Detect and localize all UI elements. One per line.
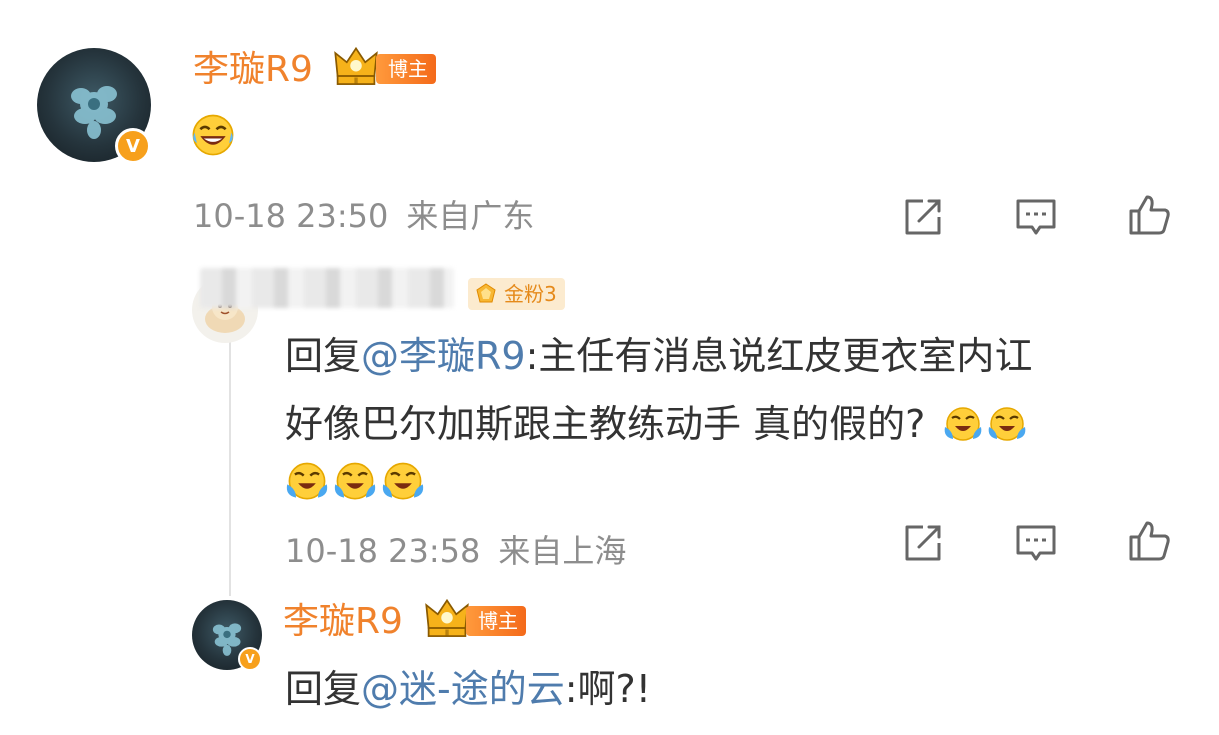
blurred-username <box>200 268 454 308</box>
crown-level-icon: Ⅱ <box>334 47 378 87</box>
crown-level-icon: Ⅱ <box>425 599 469 639</box>
reply1-time: 10-18 23:58 <box>285 532 481 570</box>
reply1-emoji-row <box>285 458 425 502</box>
comment-time: 10-18 23:50 <box>193 197 389 235</box>
gold-fan-diamond-icon <box>476 283 496 303</box>
reply2-author-name[interactable]: 李璇R9 <box>283 602 403 642</box>
author-name[interactable]: 李璇R9 <box>193 50 313 90</box>
reply2-text: 回复@迷-途的云:啊?! <box>285 667 651 711</box>
like-thumb-icon[interactable] <box>1127 519 1171 563</box>
comment-meta: 10-18 23:50 来自广东 <box>193 196 534 236</box>
laughing-emoji <box>192 114 234 156</box>
comment-icon[interactable] <box>1014 195 1058 239</box>
blogger-badge: 博主 <box>376 54 436 84</box>
mention-link[interactable]: @迷-途的云 <box>361 667 565 711</box>
reply1-line1: 回复@李璇R9:主任有消息说红皮更衣室内讧 <box>285 334 1033 378</box>
reply1-meta: 10-18 23:58 来自上海 <box>285 531 626 571</box>
crying-laughing-emoji <box>381 462 425 500</box>
like-thumb-icon[interactable] <box>1127 193 1171 237</box>
comment-icon[interactable] <box>1014 521 1058 565</box>
reply1-location: 来自上海 <box>498 532 627 570</box>
svg-text:Ⅱ: Ⅱ <box>445 628 450 639</box>
blogger-badge: 博主 <box>466 606 526 636</box>
thread-line <box>229 338 231 596</box>
crying-laughing-emoji <box>285 462 329 500</box>
crying-laughing-emoji <box>943 406 983 442</box>
verified-badge-icon: V <box>238 647 262 671</box>
author-avatar[interactable]: V <box>37 48 151 164</box>
share-icon[interactable] <box>901 195 945 239</box>
svg-text:Ⅱ: Ⅱ <box>354 76 359 87</box>
comment-location: 来自广东 <box>406 197 535 235</box>
share-icon[interactable] <box>901 521 945 565</box>
reply1-line2: 好像巴尔加斯跟主教练动手 真的假的? <box>285 393 1027 455</box>
crying-laughing-emoji <box>333 462 377 500</box>
crying-laughing-emoji <box>987 406 1027 442</box>
author-avatar-small[interactable]: V <box>192 600 262 671</box>
mention-link[interactable]: @李璇R9 <box>361 334 526 378</box>
verified-badge-icon: V <box>115 128 151 164</box>
